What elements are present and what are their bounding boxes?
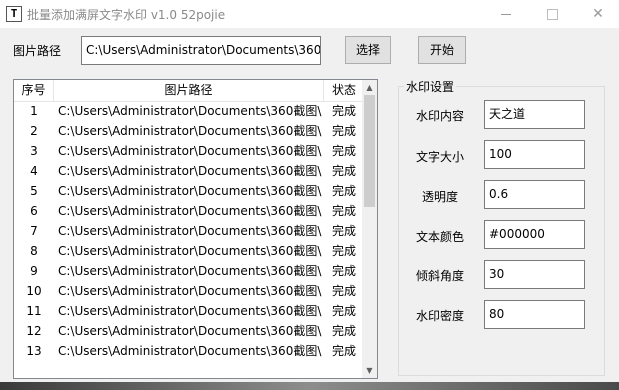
minimize-button[interactable] [483, 0, 529, 28]
header-status[interactable]: 状态 [324, 80, 364, 101]
row-path: C:\Users\Administrator\Documents\360截图\3 [58, 164, 322, 178]
scroll-thumb[interactable] [364, 95, 375, 207]
color-input[interactable]: #000000 [484, 220, 585, 249]
row-path: C:\Users\Administrator\Documents\360截图\3 [58, 284, 322, 298]
list-row[interactable]: 4 C:\Users\Administrator\Documents\360截图\… [14, 161, 364, 181]
window-title: 批量添加满屏文字水印 v1.0 52pojie [27, 8, 226, 22]
row-index: 2 [30, 124, 38, 138]
settings-title: 水印设置 [404, 78, 457, 95]
density-label: 水印密度 [415, 309, 464, 323]
list-row[interactable]: 10 C:\Users\Administrator\Documents\360截图… [14, 281, 364, 301]
list-row[interactable]: 9 C:\Users\Administrator\Documents\360截图\… [14, 261, 364, 281]
row-path: C:\Users\Administrator\Documents\360截图\3 [58, 184, 322, 198]
row-path: C:\Users\Administrator\Documents\360截图\3 [58, 204, 322, 218]
row-path: C:\Users\Administrator\Documents\360截图\3 [58, 144, 322, 158]
row-index: 6 [30, 204, 38, 218]
list-row[interactable]: 11 C:\Users\Administrator\Documents\360截图… [14, 301, 364, 321]
content-input[interactable]: 天之道 [484, 100, 585, 129]
desktop-background [0, 382, 619, 390]
row-path: C:\Users\Administrator\Documents\360截图\3 [58, 264, 322, 278]
row-status: 完成 [332, 244, 357, 258]
row-status: 完成 [332, 304, 357, 318]
path-input[interactable]: C:\Users\Administrator\Documents\360 [81, 36, 321, 65]
row-index: 10 [26, 284, 42, 298]
close-button[interactable]: ✕ [575, 0, 619, 28]
row-status: 完成 [332, 104, 357, 118]
list-rows: 1 C:\Users\Administrator\Documents\360截图\… [14, 101, 364, 361]
list-row[interactable]: 5 C:\Users\Administrator\Documents\360截图\… [14, 181, 364, 201]
start-button[interactable]: 开始 [418, 36, 466, 64]
row-index: 13 [26, 344, 42, 358]
row-path: C:\Users\Administrator\Documents\360截图\3 [58, 324, 322, 338]
row-status: 完成 [332, 264, 357, 278]
row-index: 9 [30, 264, 38, 278]
row-status: 完成 [332, 284, 357, 298]
header-path[interactable]: 图片路径 [54, 80, 324, 101]
scroll-up-icon[interactable]: ▲ [362, 80, 377, 95]
list-row[interactable]: 12 C:\Users\Administrator\Documents\360截图… [14, 321, 364, 341]
minimize-icon [501, 13, 511, 15]
opacity-input[interactable]: 0.6 [484, 180, 585, 209]
list-row[interactable]: 7 C:\Users\Administrator\Documents\360截图\… [14, 221, 364, 241]
row-status: 完成 [332, 224, 357, 238]
row-status: 完成 [332, 344, 357, 358]
close-icon: ✕ [592, 6, 604, 22]
app-icon: T [6, 6, 22, 22]
row-status: 完成 [332, 184, 357, 198]
row-path: C:\Users\Administrator\Documents\360截图\3 [58, 224, 322, 238]
row-status: 完成 [332, 204, 357, 218]
row-path: C:\Users\Administrator\Documents\360截图\3 [58, 124, 322, 138]
list-row[interactable]: 2 C:\Users\Administrator\Documents\360截图\… [14, 121, 364, 141]
list-header: 序号 图片路径 状态 [14, 80, 364, 102]
row-status: 完成 [332, 124, 357, 138]
content-label: 水印内容 [415, 109, 464, 123]
angle-label: 倾斜角度 [415, 269, 464, 283]
header-index[interactable]: 序号 [14, 80, 54, 101]
row-path: C:\Users\Administrator\Documents\360截图\3 [58, 244, 322, 258]
row-index: 1 [30, 104, 38, 118]
list-scrollbar[interactable]: ▲ ▼ [362, 80, 377, 378]
row-path: C:\Users\Administrator\Documents\360截图\3 [58, 104, 322, 118]
path-label: 图片路径 [13, 44, 62, 58]
row-index: 7 [30, 224, 38, 238]
opacity-label: 透明度 [421, 190, 458, 204]
density-input[interactable]: 80 [484, 300, 585, 329]
row-index: 8 [30, 244, 38, 258]
color-label: 文本颜色 [415, 230, 464, 244]
maximize-icon [546, 8, 558, 20]
size-input[interactable]: 100 [484, 140, 585, 169]
row-index: 11 [26, 304, 42, 318]
row-status: 完成 [332, 324, 357, 338]
list-row[interactable]: 6 C:\Users\Administrator\Documents\360截图\… [14, 201, 364, 221]
list-row[interactable]: 8 C:\Users\Administrator\Documents\360截图\… [14, 241, 364, 261]
scroll-down-icon[interactable]: ▼ [362, 363, 377, 378]
row-path: C:\Users\Administrator\Documents\360截图\3 [58, 344, 322, 358]
row-status: 完成 [332, 144, 357, 158]
select-button[interactable]: 选择 [345, 36, 391, 64]
list-row[interactable]: 1 C:\Users\Administrator\Documents\360截图\… [14, 101, 364, 121]
size-label: 文字大小 [415, 150, 464, 164]
list-row[interactable]: 13 C:\Users\Administrator\Documents\360截图… [14, 341, 364, 361]
angle-input[interactable]: 30 [484, 260, 585, 289]
row-index: 3 [30, 144, 38, 158]
file-list[interactable]: 序号 图片路径 状态 1 C:\Users\Administrator\Docum… [13, 79, 378, 379]
row-path: C:\Users\Administrator\Documents\360截图\3 [58, 304, 322, 318]
row-index: 12 [26, 324, 42, 338]
list-row[interactable]: 3 C:\Users\Administrator\Documents\360截图\… [14, 141, 364, 161]
maximize-button[interactable] [529, 0, 575, 28]
row-index: 4 [30, 164, 38, 178]
row-index: 5 [30, 184, 38, 198]
row-status: 完成 [332, 164, 357, 178]
